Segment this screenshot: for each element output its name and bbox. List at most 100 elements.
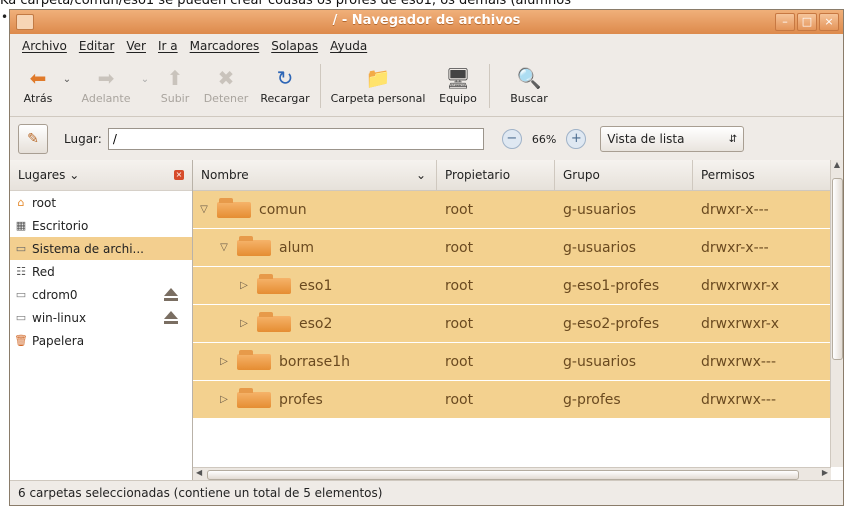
up-arrow-icon: ⬆ xyxy=(166,66,184,90)
sidebar-item-escritorio[interactable]: ▦ Escritorio xyxy=(10,214,192,237)
main-area: Lugares ⌄ × ⌂ root ▦ Escritorio ▭ Sistema d… xyxy=(10,160,843,481)
vertical-scrollbar[interactable]: ▲ xyxy=(830,160,843,467)
toolbar: ⬅ Atrás ⌄ ➡ Adelante ⌄ ⬆ Subir ✖ Detener… xyxy=(10,58,843,117)
column-header-nombre[interactable]: Nombre ⌄ xyxy=(193,160,437,190)
file-owner: root xyxy=(445,353,474,370)
vertical-scroll-thumb[interactable] xyxy=(832,178,843,360)
eject-icon[interactable] xyxy=(164,311,178,324)
reload-icon: ↻ xyxy=(276,66,294,90)
home-label: Carpeta personal xyxy=(330,92,426,105)
sidebar-item-root[interactable]: ⌂ root xyxy=(10,191,192,214)
zoom-in-icon[interactable]: + xyxy=(566,129,587,149)
close-button[interactable]: × xyxy=(819,13,839,31)
zoom-level: 66% xyxy=(531,132,557,146)
file-permissions: drwxrwx--- xyxy=(701,353,777,370)
location-input[interactable] xyxy=(107,128,484,150)
column-header-permisos[interactable]: Permisos xyxy=(693,160,813,190)
back-history-dropdown[interactable]: ⌄ xyxy=(60,74,74,85)
file-name: eso1 xyxy=(299,277,333,294)
menubar: Archivo Editar Ver Ir a Marcadores Solap… xyxy=(10,34,843,58)
scroll-left-icon[interactable]: ◀ xyxy=(196,468,202,477)
reload-button[interactable]: ↻ Recargar xyxy=(254,58,316,105)
column-header-grupo[interactable]: Grupo xyxy=(555,160,693,190)
sort-chevron-icon: ⌄ xyxy=(415,168,426,182)
folder-icon xyxy=(257,273,291,294)
sidebar-item-label: Escritorio xyxy=(32,218,89,233)
file-owner: root xyxy=(445,239,474,256)
list-bullet: • xyxy=(1,10,9,24)
table-row[interactable]: ▷ borrase1h root g-usuarios drwxrwx--- xyxy=(193,343,843,381)
sidebar-item-label: win-linux xyxy=(32,310,87,325)
folder-icon xyxy=(237,387,271,408)
table-row[interactable]: ▷ eso1 root g-eso1-profes drwxrwxr-x xyxy=(193,267,843,305)
expander-closed-icon[interactable]: ▷ xyxy=(237,280,251,291)
menu-ver[interactable]: Ver xyxy=(126,39,146,53)
table-row[interactable]: ▷ profes root g-profes drwxrwx--- xyxy=(193,381,843,419)
menu-marcadores[interactable]: Marcadores xyxy=(190,39,260,53)
column-headers: Nombre ⌄ Propietario Grupo Permisos xyxy=(193,160,843,191)
computer-button[interactable]: 🖥 Equipo xyxy=(431,58,485,105)
home-icon: ⌂ xyxy=(17,196,25,209)
file-group: g-usuarios xyxy=(563,201,637,218)
minimize-button[interactable]: – xyxy=(775,13,795,31)
home-button[interactable]: 📁 Carpeta personal xyxy=(325,58,431,105)
menu-solapas[interactable]: Solapas xyxy=(271,39,318,53)
sidebar-title: Lugares xyxy=(18,168,66,182)
view-mode-value: Vista de lista xyxy=(607,132,685,146)
cdrom-icon: ▭ xyxy=(15,288,27,301)
search-icon: 🔍 xyxy=(516,66,542,90)
forward-history-dropdown[interactable]: ⌄ xyxy=(138,74,152,85)
expander-open-icon[interactable]: ▽ xyxy=(217,242,231,253)
menu-archivo[interactable]: Archivo xyxy=(22,39,67,53)
scroll-up-icon[interactable]: ▲ xyxy=(831,160,843,172)
file-name: eso2 xyxy=(299,315,333,332)
up-button[interactable]: ⬆ Subir xyxy=(152,58,198,105)
scroll-right-icon[interactable]: ▶ xyxy=(822,468,828,477)
expander-closed-icon[interactable]: ▷ xyxy=(237,318,251,329)
view-mode-select[interactable]: Vista de lista ⇵ xyxy=(600,126,745,152)
search-button[interactable]: 🔍 Buscar xyxy=(494,58,564,105)
toolbar-separator xyxy=(489,64,490,108)
file-name: profes xyxy=(279,391,323,408)
eject-icon[interactable] xyxy=(164,288,178,301)
stop-button[interactable]: ✖ Detener xyxy=(198,58,254,105)
zoom-out-icon[interactable]: − xyxy=(501,129,522,149)
back-label: Atrás xyxy=(23,92,53,105)
sidebar-item-label: Sistema de archi... xyxy=(32,241,144,256)
folder-icon xyxy=(257,311,291,332)
document-text: Ka carpeta/comun/eso1 se pueden crear co… xyxy=(0,0,571,8)
expander-open-icon[interactable]: ▽ xyxy=(197,204,211,215)
sidebar-item-label: Papelera xyxy=(32,333,85,348)
table-row[interactable]: ▽ alum root g-usuarios drwxr-x--- xyxy=(193,229,843,267)
location-toggle-button[interactable]: ✎ xyxy=(18,124,48,154)
folder-icon xyxy=(237,349,271,370)
table-row[interactable]: ▽ comun root g-usuarios drwxr-x--- xyxy=(193,191,843,229)
column-header-propietario[interactable]: Propietario xyxy=(437,160,555,190)
updown-icon: ⇵ xyxy=(728,133,738,145)
menu-ir-a[interactable]: Ir a xyxy=(158,39,178,53)
sidebar-close-icon[interactable]: × xyxy=(174,170,184,180)
status-bar: 6 carpetas seleccionadas (contiene un to… xyxy=(10,480,843,505)
sidebar-item-label: Red xyxy=(32,264,55,279)
sidebar-header[interactable]: Lugares ⌄ × xyxy=(10,160,192,191)
sidebar: Lugares ⌄ × ⌂ root ▦ Escritorio ▭ Sistema d… xyxy=(10,160,193,481)
chevron-down-icon: ⌄ xyxy=(69,168,80,182)
table-row[interactable]: ▷ eso2 root g-eso2-profes drwxrwxr-x xyxy=(193,305,843,343)
sidebar-item-red[interactable]: ☷ Red xyxy=(10,260,192,283)
sidebar-item-papelera[interactable]: 🗑 Papelera xyxy=(10,329,192,352)
back-button[interactable]: ⬅ Atrás xyxy=(16,58,60,105)
expander-closed-icon[interactable]: ▷ xyxy=(217,356,231,367)
titlebar[interactable]: / - Navegador de archivos – □ × xyxy=(10,10,843,34)
maximize-button[interactable]: □ xyxy=(797,13,817,31)
expander-closed-icon[interactable]: ▷ xyxy=(217,394,231,405)
sidebar-item-cdrom0[interactable]: ▭ cdrom0 xyxy=(10,283,192,306)
forward-button[interactable]: ➡ Adelante xyxy=(74,58,138,105)
menu-editar[interactable]: Editar xyxy=(79,39,115,53)
sidebar-item-win-linux[interactable]: ▭ win-linux xyxy=(10,306,192,329)
menu-ayuda[interactable]: Ayuda xyxy=(330,39,367,53)
horizontal-scrollbar[interactable]: ◀ ▶ xyxy=(193,467,831,481)
computer-icon: 🖥 xyxy=(445,66,471,90)
sidebar-item-label: root xyxy=(32,195,57,210)
sidebar-item-sistema[interactable]: ▭ Sistema de archi... xyxy=(10,237,192,260)
horizontal-scroll-thumb[interactable] xyxy=(207,470,799,480)
